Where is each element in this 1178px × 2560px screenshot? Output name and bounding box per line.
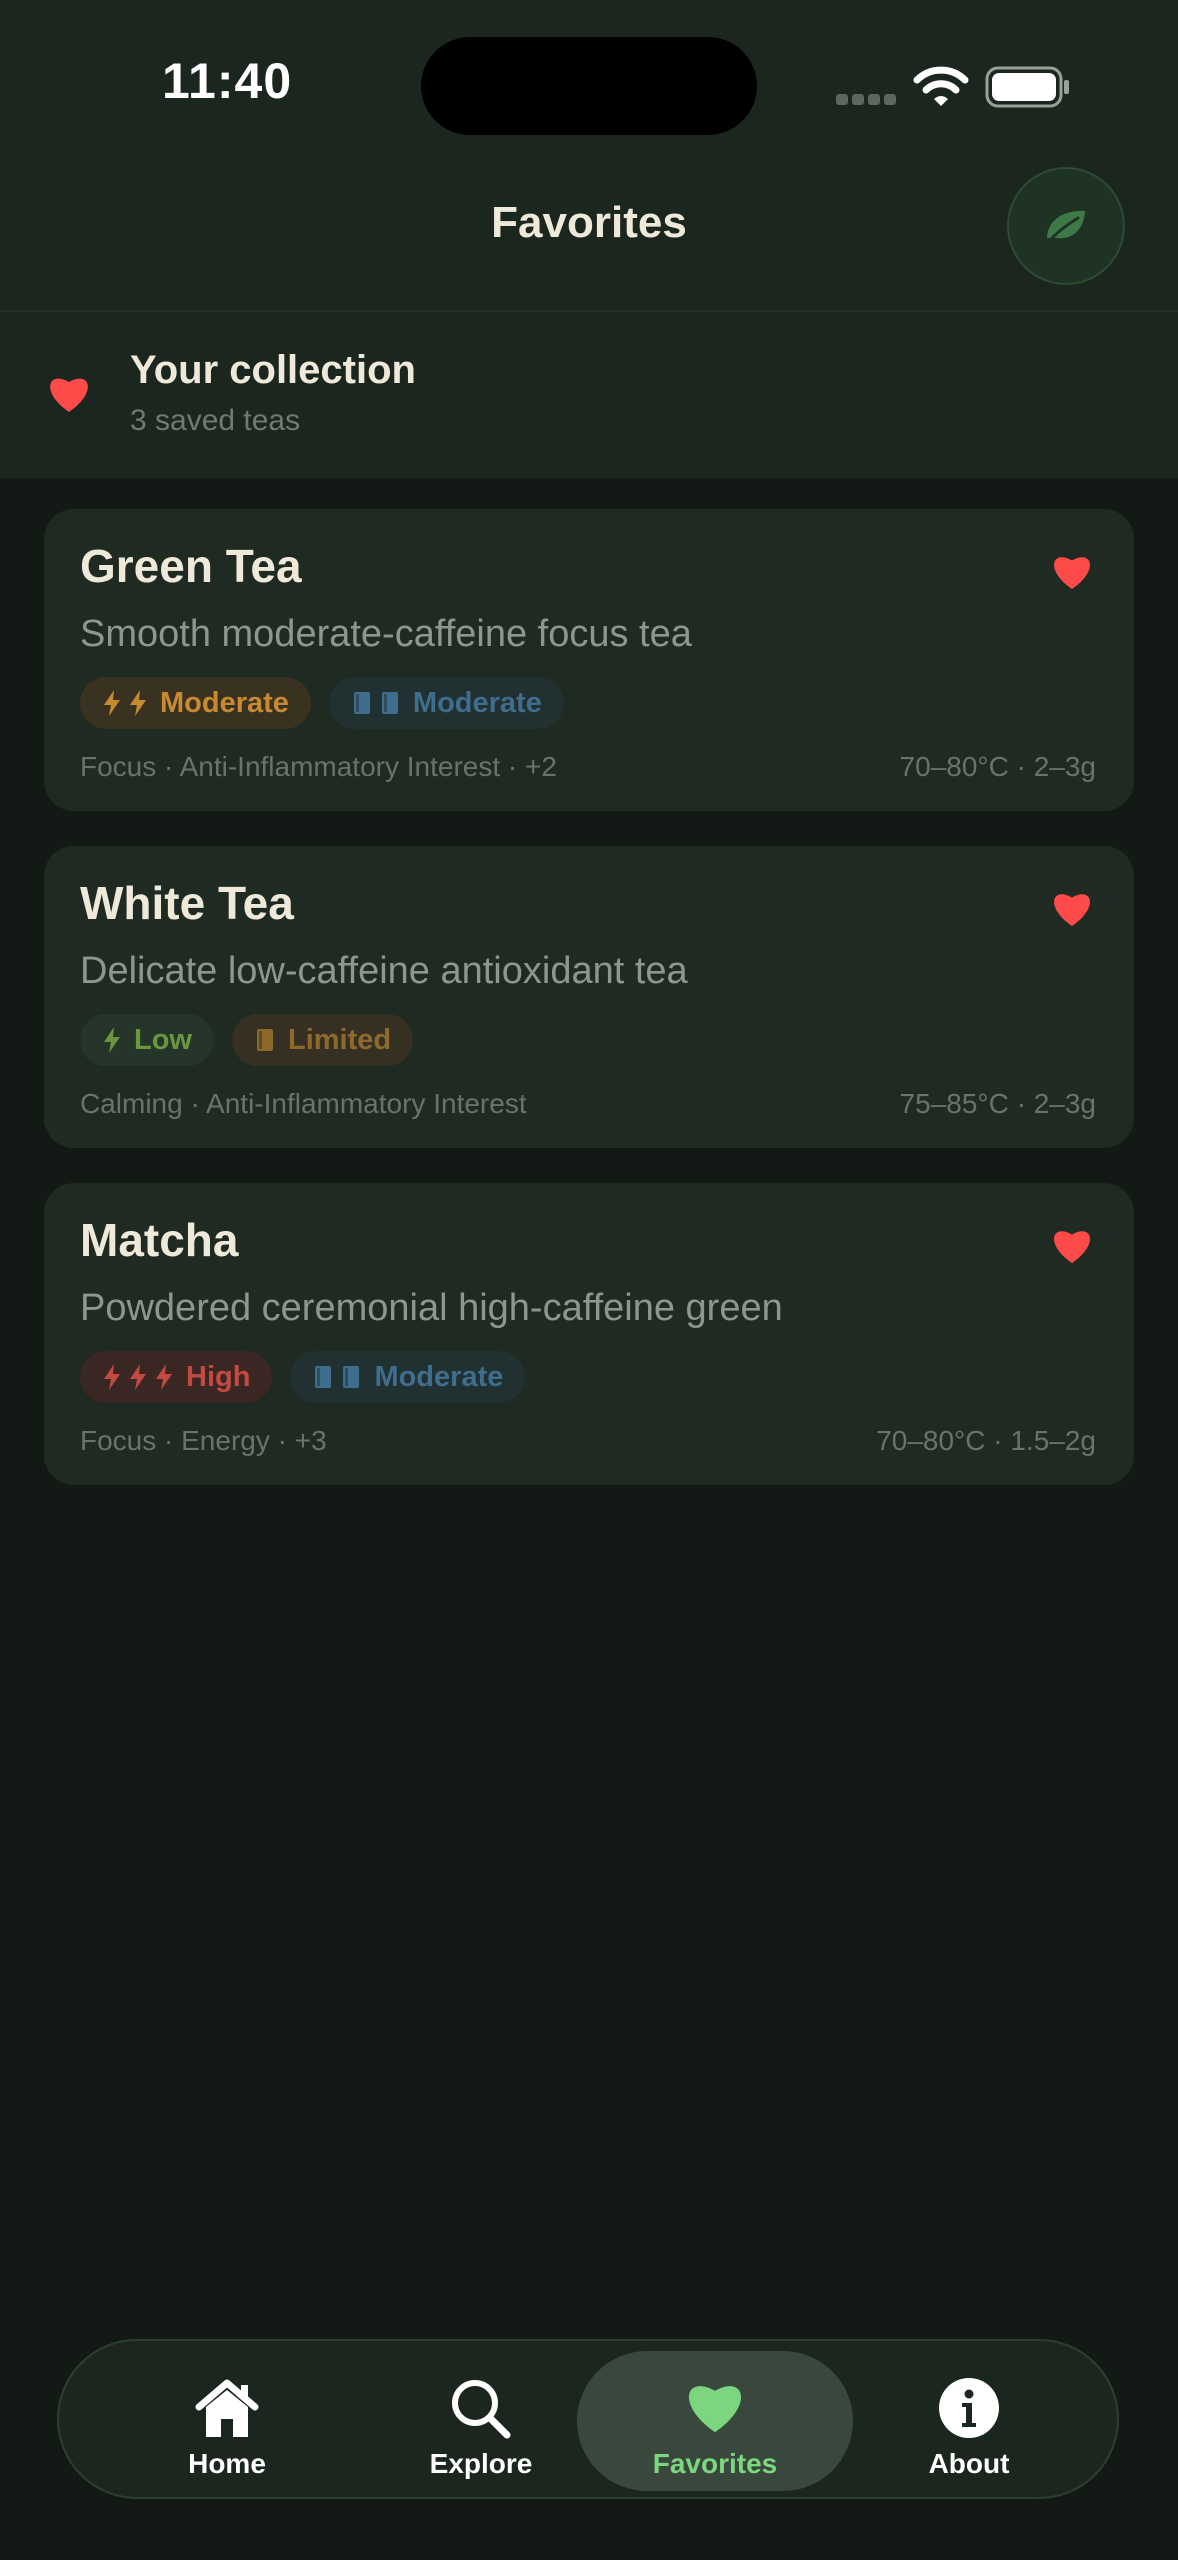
tea-description: Smooth moderate-caffeine focus tea: [80, 613, 692, 655]
status-time: 11:40: [162, 53, 293, 109]
tea-brew-info: 75–85°C · 2–3g: [899, 1088, 1096, 1119]
tab-home[interactable]: Home: [89, 2351, 365, 2491]
battery-icon: [985, 66, 1069, 108]
caffeine-badge: High: [80, 1351, 273, 1403]
book-icon: [381, 692, 398, 714]
book-icon: [343, 1366, 360, 1388]
lightning-bolt-icon: [130, 1364, 146, 1390]
favorite-heart-icon[interactable]: [1050, 888, 1094, 928]
tea-card[interactable]: Green Tea Smooth moderate-caffeine focus…: [44, 509, 1134, 811]
favorite-heart-icon[interactable]: [1050, 1225, 1094, 1265]
caffeine-badge: Low: [80, 1014, 214, 1066]
collection-title: Your collection: [130, 348, 416, 392]
cellular-signal-icon: [836, 92, 900, 110]
caffeine-level-label: Moderate: [160, 686, 289, 719]
tea-brew-info: 70–80°C · 1.5–2g: [876, 1425, 1096, 1456]
tab-favorites-label: Favorites: [652, 2448, 778, 2479]
tab-bar: Home Explore Favorites About: [57, 2339, 1119, 2499]
caffeine-badge: Moderate: [80, 677, 311, 729]
evidence-level-label: Moderate: [412, 686, 542, 719]
collection-count: 3 saved teas: [130, 404, 301, 437]
status-bar: 11:40: [0, 0, 1178, 150]
book-icon: [257, 1029, 273, 1051]
lightning-bolt-icon: [156, 1364, 172, 1390]
dynamic-island: [421, 37, 757, 135]
tab-about[interactable]: About: [831, 2351, 1107, 2491]
leaf-button[interactable]: [1007, 167, 1125, 285]
wifi-icon: [913, 66, 969, 106]
tab-home-label: Home: [188, 2448, 266, 2479]
tea-description: Delicate low-caffeine antioxidant tea: [80, 950, 688, 992]
magnifying-glass-icon: [452, 2380, 511, 2439]
tea-name: Matcha: [80, 1214, 239, 1266]
evidence-badge: Moderate: [290, 1351, 526, 1403]
nav-header: Favorites: [0, 150, 1178, 312]
tea-benefit-tags: Focus · Anti-Inflammatory Interest · +2: [80, 751, 557, 782]
favorite-heart-icon[interactable]: [1050, 551, 1094, 591]
tea-name: Green Tea: [80, 540, 302, 592]
lightning-bolt-icon: [104, 690, 120, 716]
tea-benefit-tags: Focus · Energy · +3: [80, 1425, 327, 1456]
page-title: Favorites: [491, 198, 687, 247]
tea-brew-info: 70–80°C · 2–3g: [899, 751, 1096, 782]
tea-description: Powdered ceremonial high-caffeine green: [80, 1287, 783, 1329]
evidence-level-label: Moderate: [374, 1360, 504, 1393]
tab-favorites[interactable]: Favorites: [577, 2351, 853, 2491]
heart-icon: [688, 2386, 742, 2433]
caffeine-level-label: High: [186, 1360, 251, 1393]
book-icon: [315, 1366, 332, 1388]
collection-summary: Your collection 3 saved teas: [0, 312, 1178, 478]
tea-card[interactable]: Matcha Powdered ceremonial high-caffeine…: [44, 1183, 1134, 1485]
tea-card[interactable]: White Tea Delicate low-caffeine antioxid…: [44, 846, 1134, 1148]
lightning-bolt-icon: [130, 690, 146, 716]
tab-about-label: About: [928, 2448, 1010, 2479]
evidence-level-label: Limited: [288, 1023, 392, 1056]
lightning-bolt-icon: [104, 1364, 120, 1390]
info-icon: [939, 2378, 999, 2438]
evidence-badge: Limited: [232, 1014, 414, 1066]
evidence-badge: Moderate: [328, 677, 564, 729]
tea-benefit-tags: Calming · Anti-Inflammatory Interest: [80, 1088, 527, 1119]
book-icon: [353, 692, 370, 714]
house-icon: [195, 2379, 259, 2437]
tea-name: White Tea: [80, 877, 294, 929]
caffeine-level-label: Low: [134, 1023, 192, 1056]
leaf-icon: [1047, 210, 1085, 240]
lightning-bolt-icon: [104, 1027, 120, 1053]
heart-icon: [50, 378, 88, 412]
